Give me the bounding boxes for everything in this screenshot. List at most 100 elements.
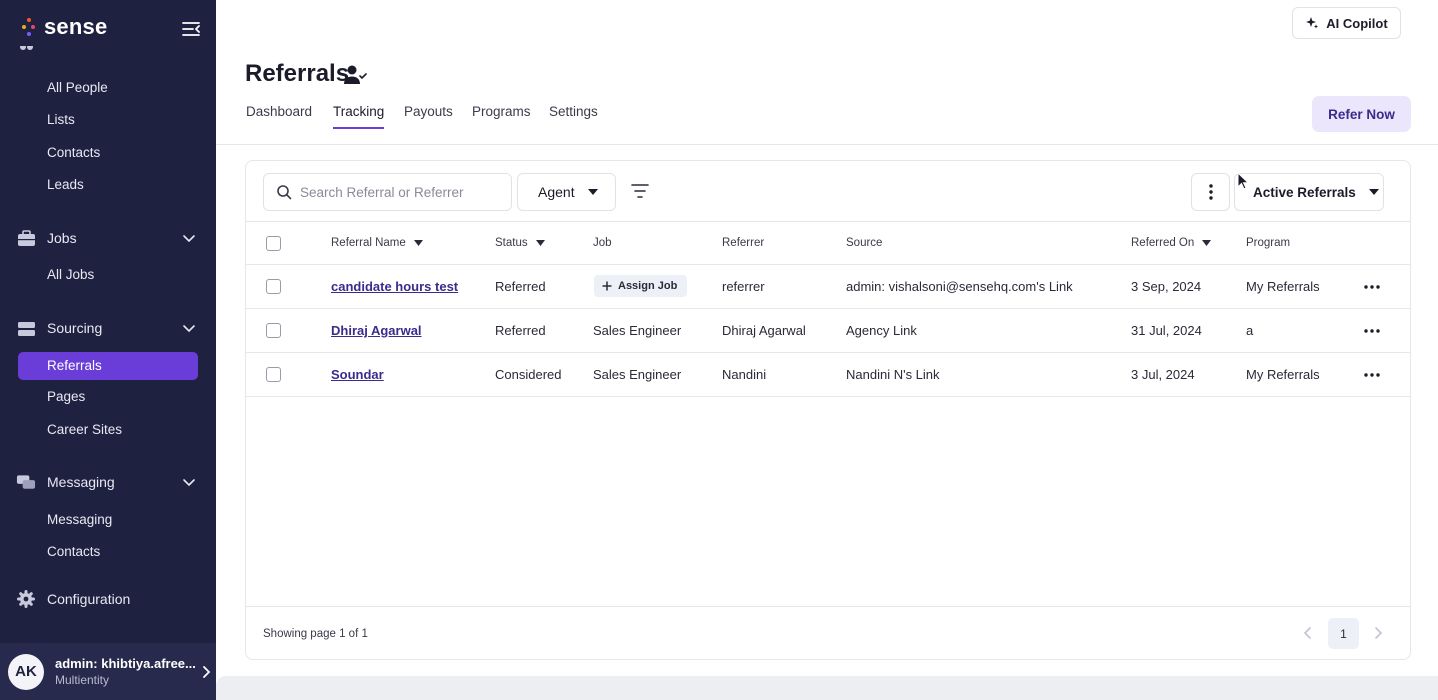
search-input[interactable]: [300, 184, 500, 200]
column-label: Job: [593, 237, 612, 249]
referred-on-date: 3 Sep, 2024: [1131, 279, 1202, 294]
referral-job: Sales Engineer: [593, 367, 682, 382]
referral-program: a: [1246, 323, 1254, 338]
sidebar: sense All People Lists Contacts Leads Jo…: [0, 0, 216, 700]
sidebar-section-label: Configuration: [47, 591, 131, 607]
chat-icon: [16, 472, 36, 492]
sparkle-icon: [1306, 17, 1319, 29]
more-vertical-icon: [1208, 184, 1213, 200]
assign-job-button[interactable]: Assign Job: [594, 275, 688, 297]
user-menu[interactable]: AK admin: khibtiya.afree... Multientity: [0, 643, 216, 700]
referrals-table-card: Agent Active Referrals Referral Name Sta…: [245, 160, 1411, 660]
tab-divider: [216, 144, 1438, 145]
layers-icon: [16, 318, 36, 338]
referral-name-link[interactable]: Soundar: [331, 367, 384, 382]
row-checkbox[interactable]: [266, 367, 281, 382]
sidebar-item-contacts[interactable]: Contacts: [47, 143, 100, 163]
search-icon: [277, 185, 292, 200]
column-referral-name[interactable]: Referral Name: [331, 237, 423, 249]
row-actions-button[interactable]: [1364, 279, 1382, 295]
sidebar-item-referrals[interactable]: Referrals: [18, 352, 198, 380]
chevron-left-icon[interactable]: [1300, 625, 1316, 641]
table-row: candidate hours test Referred Assign Job…: [246, 265, 1410, 309]
column-source: Source: [846, 237, 882, 249]
assign-job-label: Assign Job: [618, 280, 678, 292]
row-checkbox[interactable]: [266, 323, 281, 338]
tab-payouts[interactable]: Payouts: [404, 104, 453, 130]
tab-tracking[interactable]: Tracking: [333, 104, 385, 130]
pagination-page-button[interactable]: 1: [1328, 618, 1359, 649]
caret-down-icon: [1368, 189, 1379, 195]
column-status[interactable]: Status: [495, 237, 545, 249]
column-referred-on[interactable]: Referred On: [1131, 237, 1212, 249]
chevron-right-icon: [203, 665, 211, 678]
referral-job: Sales Engineer: [593, 323, 682, 338]
referral-status: Considered: [495, 367, 562, 382]
ai-copilot-label: AI Copilot: [1326, 15, 1388, 31]
column-label: Referral Name: [331, 237, 406, 249]
referral-name-link[interactable]: candidate hours test: [331, 279, 458, 294]
row-actions-button[interactable]: [1364, 367, 1382, 383]
chevron-right-icon[interactable]: [1370, 625, 1386, 641]
table-row: Soundar Considered Sales Engineer Nandin…: [246, 353, 1410, 397]
row-checkbox[interactable]: [266, 279, 281, 294]
sidebar-item-pages[interactable]: Pages: [47, 387, 85, 407]
referrer-name: Dhiraj Agarwal: [722, 323, 806, 338]
table-footer-divider: [246, 606, 1410, 607]
sidebar-section-sourcing[interactable]: Sourcing: [16, 316, 200, 340]
table-row: Dhiraj Agarwal Referred Sales Engineer D…: [246, 309, 1410, 353]
column-referrer: Referrer: [722, 237, 764, 249]
referral-source: Agency Link: [846, 323, 917, 338]
logo-mark-icon: [22, 18, 36, 36]
view-dropdown[interactable]: Active Referrals: [1234, 173, 1384, 211]
tab-settings[interactable]: Settings: [549, 104, 598, 130]
sidebar-item-all-jobs[interactable]: All Jobs: [47, 265, 94, 285]
more-options-button[interactable]: [1191, 173, 1230, 211]
chevron-down-icon: [183, 479, 195, 487]
select-all-checkbox[interactable]: [266, 236, 281, 251]
sidebar-item-lists[interactable]: Lists: [47, 110, 75, 130]
sidebar-section-label: Sourcing: [47, 320, 103, 336]
referral-source: admin: vishalsoni@sensehq.com's Link: [846, 279, 1073, 294]
mouse-cursor-icon: [1237, 172, 1249, 190]
sidebar-section-messaging[interactable]: Messaging: [16, 470, 200, 494]
row-actions-button[interactable]: [1364, 323, 1382, 339]
sense-logo[interactable]: sense: [22, 14, 107, 40]
collapse-sidebar-icon[interactable]: [180, 18, 202, 40]
bottom-panel-edge: [216, 676, 1438, 700]
referral-program: My Referrals: [1246, 367, 1320, 382]
sidebar-item-configuration[interactable]: Configuration: [16, 587, 200, 611]
sidebar-item-all-people[interactable]: All People: [47, 78, 108, 98]
sort-caret-icon: [413, 240, 423, 246]
referral-status: Referred: [495, 323, 546, 338]
column-job: Job: [593, 237, 612, 249]
page-title: Referrals: [245, 60, 350, 87]
search-box[interactable]: [263, 173, 512, 211]
avatar: AK: [8, 653, 44, 690]
sidebar-item-career-sites[interactable]: Career Sites: [47, 420, 122, 440]
sidebar-item-label: Referrals: [47, 358, 102, 373]
ai-copilot-button[interactable]: AI Copilot: [1292, 7, 1401, 39]
column-label: Referred On: [1131, 237, 1195, 249]
referral-status: Referred: [495, 279, 546, 294]
agent-dropdown[interactable]: Agent: [517, 173, 616, 211]
gear-icon: [16, 589, 36, 609]
agent-dropdown-label: Agent: [538, 184, 575, 200]
more-horizontal-icon: [1364, 373, 1380, 377]
sidebar-section-jobs[interactable]: Jobs: [16, 226, 200, 250]
filter-icon[interactable]: [629, 180, 651, 202]
more-horizontal-icon: [1364, 285, 1380, 289]
sidebar-item-messaging-contacts[interactable]: Contacts: [47, 542, 100, 562]
referrer-name: Nandini: [722, 367, 767, 382]
referral-source: Nandini N's Link: [846, 367, 940, 382]
tab-dashboard[interactable]: Dashboard: [246, 104, 312, 130]
column-label: Status: [495, 237, 528, 249]
table-header: Referral Name Status Job Referrer Source…: [246, 221, 1410, 265]
more-horizontal-icon: [1364, 329, 1380, 333]
referral-name-link[interactable]: Dhiraj Agarwal: [331, 323, 422, 338]
sidebar-item-messaging[interactable]: Messaging: [47, 510, 112, 530]
column-label: Program: [1246, 237, 1291, 249]
tab-programs[interactable]: Programs: [472, 104, 531, 130]
sidebar-item-leads[interactable]: Leads: [47, 175, 84, 195]
refer-now-button[interactable]: Refer Now: [1312, 96, 1411, 132]
